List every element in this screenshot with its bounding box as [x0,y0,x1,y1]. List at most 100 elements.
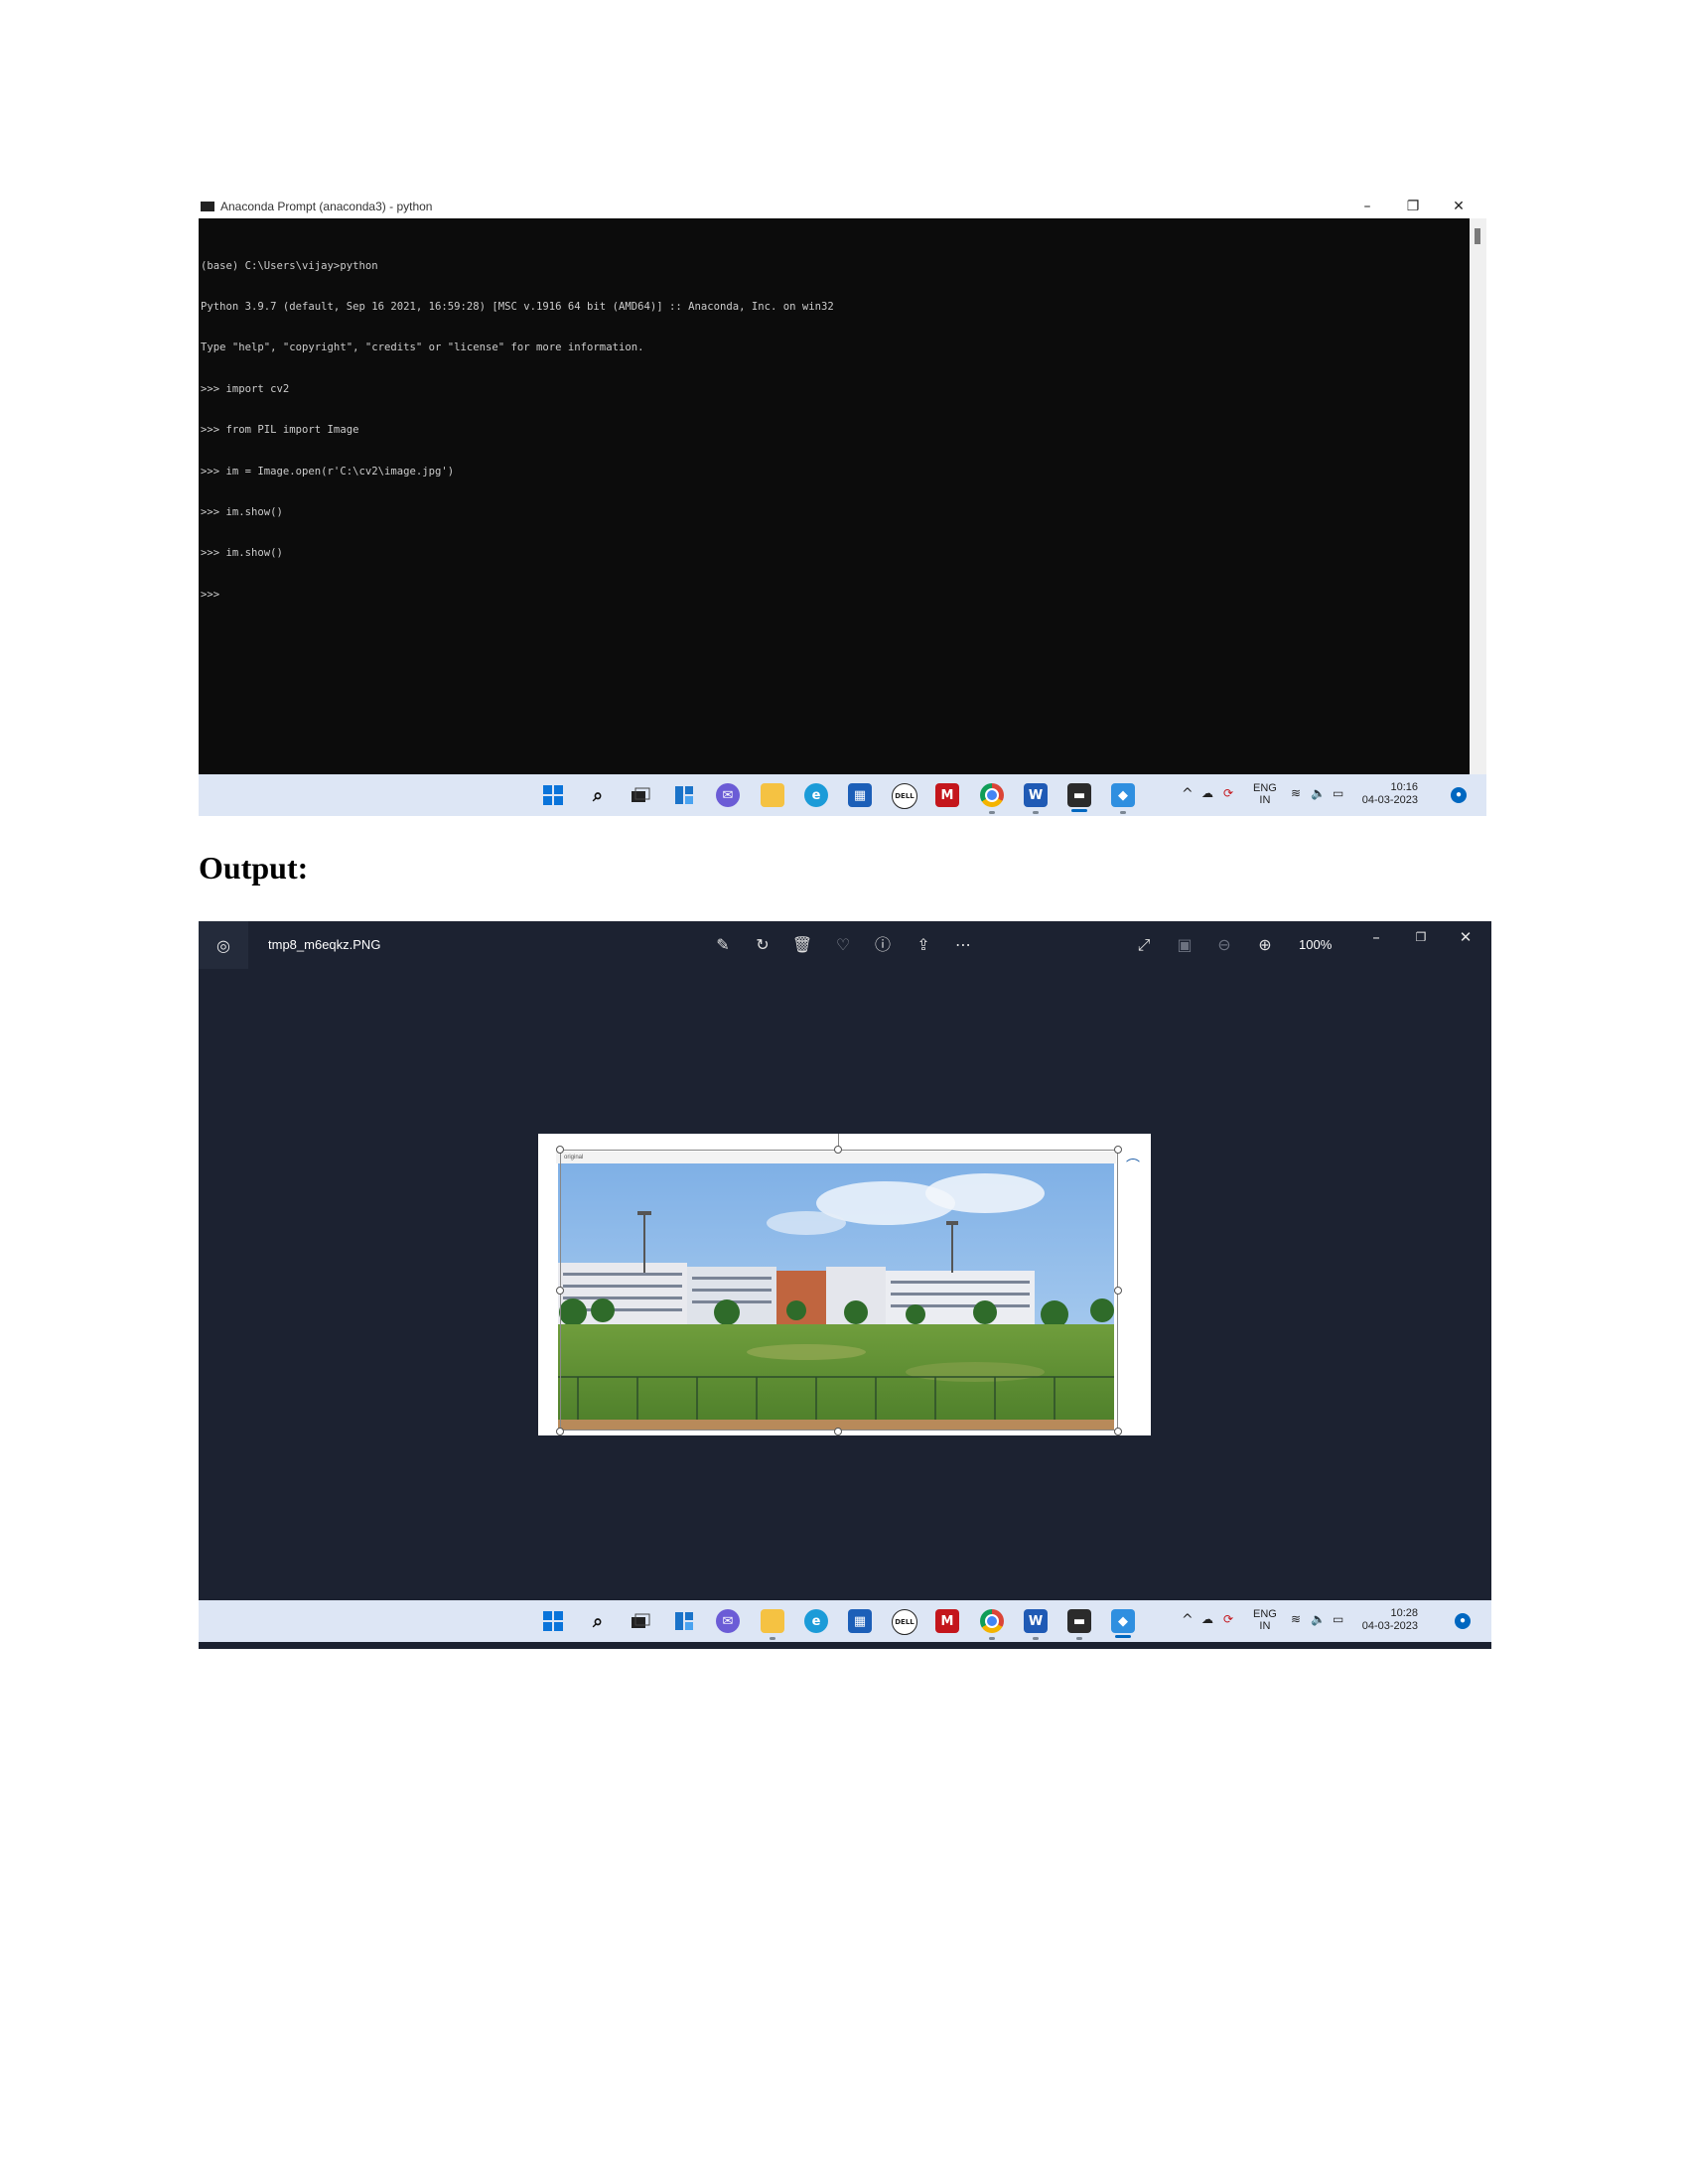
store-icon[interactable]: ▦ [848,783,872,807]
battery-icon[interactable]: ▭ [1333,786,1343,800]
running-indicator [1033,1637,1039,1640]
terminal-console[interactable]: (base) C:\Users\vijay>python Python 3.9.… [199,218,1470,774]
active-indicator [1115,1635,1131,1638]
scrollbar-thumb[interactable] [1475,228,1480,244]
language-indicator[interactable]: ENG IN [1253,1608,1277,1650]
clock-date: 04-03-2023 [1361,794,1418,806]
clock[interactable]: 10:16 04-03-2023 [1360,781,1418,807]
clock[interactable]: 10:28 04-03-2023 [1360,1607,1418,1633]
more-options-icon[interactable]: ⋯ [951,933,975,957]
chrome-icon[interactable] [980,783,1004,807]
terminal-icon[interactable]: ▬ [1067,783,1091,807]
notification-icon[interactable]: ● [1451,787,1467,803]
mcafee-icon[interactable]: M [935,1609,959,1633]
resize-handle[interactable] [834,1428,842,1435]
terminal-app-icon [201,202,214,211]
search-icon[interactable]: ⌕ [586,783,610,807]
onedrive-icon[interactable]: ☁ [1201,786,1213,800]
file-explorer-icon[interactable] [761,1609,784,1633]
restore-button[interactable]: ❐ [1401,925,1441,949]
teams-chat-icon[interactable]: ✉ [716,783,740,807]
photos-icon[interactable]: ◆ [1111,1609,1135,1633]
dell-icon[interactable]: DELL [892,1609,917,1635]
terminal-output: (base) C:\Users\vijay>python Python 3.9.… [201,232,834,629]
rotate-icon[interactable]: ↻ [751,933,774,957]
widgets-icon[interactable] [672,1609,696,1633]
terminal-line: Python 3.9.7 (default, Sep 16 2021, 16:5… [201,300,834,313]
wifi-icon[interactable]: ≋ [1291,1612,1301,1626]
word-icon[interactable]: W [1024,783,1048,807]
displayed-image[interactable]: original ⌒ [538,1134,1151,1435]
photos-icon[interactable]: ◆ [1111,783,1135,807]
wifi-icon[interactable]: ≋ [1291,786,1301,800]
resize-handle[interactable] [1114,1287,1122,1295]
close-button[interactable]: ✕ [1446,925,1485,949]
windows-start-icon[interactable] [541,783,565,807]
mcafee-tray-icon[interactable]: ⟳ [1223,1612,1233,1626]
terminal-title: Anaconda Prompt (anaconda3) - python [220,200,433,213]
chrome-icon[interactable] [980,1609,1004,1633]
minimize-button[interactable]: – [1344,195,1390,218]
edge-icon[interactable]: e [804,1609,828,1633]
resize-handle[interactable] [556,1287,564,1295]
terminal-line: >>> from PIL import Image [201,424,359,437]
photos-viewer-screenshot: ◎ tmp8_m6eqkz.PNG ✎ ↻ 🗑 ♡ ⓘ ⇪ ⋯ ⤢ ▣ ⊖ ⊕ … [199,921,1491,1649]
taskbar: ⌕ ✉ e ▦ DELL M W ▬ ◆ ^ ☁ ⟳ ENG IN ≋ 🔈 ▭ … [199,774,1486,816]
mcafee-tray-icon[interactable]: ⟳ [1223,786,1233,800]
tray-chevron-icon[interactable]: ^ [1182,786,1194,802]
close-button[interactable]: ✕ [1436,195,1481,218]
word-icon[interactable]: W [1024,1609,1048,1633]
tray-chevron-icon[interactable]: ^ [1182,1612,1194,1628]
teams-chat-icon[interactable]: ✉ [716,1609,740,1633]
delete-icon[interactable]: 🗑 [790,933,814,957]
onedrive-icon[interactable]: ☁ [1201,1612,1213,1626]
zoom-level[interactable]: 100% [1299,937,1332,952]
terminal-line: >>> im = Image.open(r'C:\cv2\image.jpg') [201,465,455,478]
resize-handle[interactable] [1114,1428,1122,1435]
volume-icon[interactable]: 🔈 [1311,1612,1326,1626]
zoom-in-icon[interactable]: ⊕ [1253,933,1277,957]
terminal-icon[interactable]: ▬ [1067,1609,1091,1633]
restore-button[interactable]: ❐ [1390,195,1436,218]
favorite-icon[interactable]: ♡ [831,933,855,957]
viewer-toolbar: ◎ tmp8_m6eqkz.PNG ✎ ↻ 🗑 ♡ ⓘ ⇪ ⋯ ⤢ ▣ ⊖ ⊕ … [199,921,1491,969]
store-icon[interactable]: ▦ [848,1609,872,1633]
fullscreen-icon[interactable]: ⤢ [1132,933,1156,957]
zoom-out-icon[interactable]: ⊖ [1212,933,1236,957]
dell-icon[interactable]: DELL [892,783,917,809]
battery-icon[interactable]: ▭ [1333,1612,1343,1626]
photos-app-icon[interactable]: ◎ [199,921,248,969]
active-indicator [1071,809,1087,812]
inner-window-title: original [564,1155,584,1160]
info-icon[interactable]: ⓘ [871,933,895,957]
edit-image-icon[interactable]: ✎ [711,933,735,957]
task-view-icon[interactable] [629,783,652,807]
search-icon[interactable]: ⌕ [586,1609,610,1633]
windows-start-icon[interactable] [541,1609,565,1633]
campus-photo [558,1163,1114,1430]
actual-size-icon[interactable]: ▣ [1173,933,1196,957]
resize-handle[interactable] [556,1428,564,1435]
terminal-scrollbar[interactable] [1470,218,1486,774]
clock-time: 10:28 [1390,1607,1418,1619]
side-toolbar-icon[interactable]: ⌒ [1126,1156,1148,1177]
region-code: IN [1259,794,1271,806]
notification-icon[interactable]: ● [1455,1613,1471,1629]
running-indicator [1033,811,1039,814]
terminal-titlebar[interactable]: Anaconda Prompt (anaconda3) - python – ❐… [199,195,1486,218]
resize-handle[interactable] [1114,1146,1122,1154]
minimize-button[interactable]: – [1356,925,1396,949]
share-icon[interactable]: ⇪ [912,933,935,957]
resize-handle[interactable] [834,1146,842,1154]
task-view-icon[interactable] [629,1609,652,1633]
running-indicator [1120,811,1126,814]
widgets-icon[interactable] [672,783,696,807]
language-indicator[interactable]: ENG IN [1253,782,1277,824]
edge-icon[interactable]: e [804,783,828,807]
file-explorer-icon[interactable] [761,783,784,807]
terminal-line: >>> [201,588,220,601]
terminal-line: >>> im.show() [201,505,283,518]
mcafee-icon[interactable]: M [935,783,959,807]
volume-icon[interactable]: 🔈 [1311,786,1326,800]
resize-handle[interactable] [556,1146,564,1154]
